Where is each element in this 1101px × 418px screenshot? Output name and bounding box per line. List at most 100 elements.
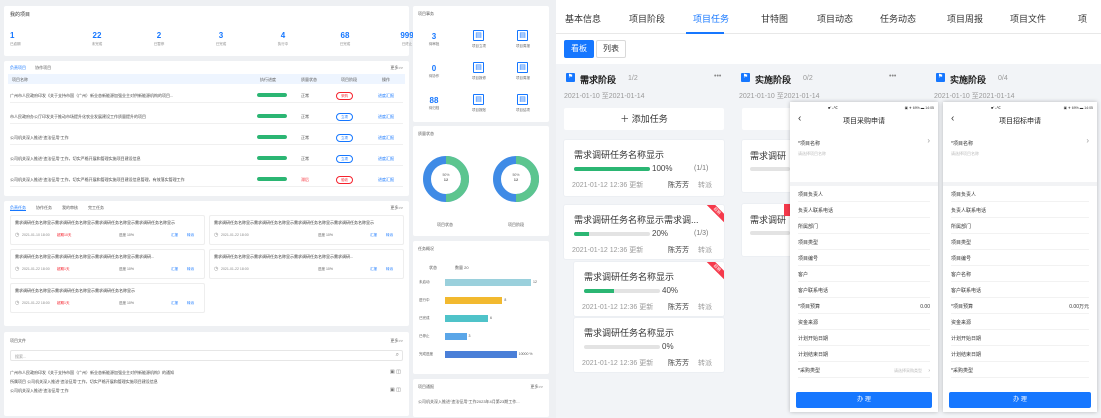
stat-value[interactable]: 22	[72, 31, 122, 40]
form-field[interactable]: 计划结束日期	[951, 348, 1089, 362]
table-row[interactable]: 公司机关深入推进“违法征用”工作 正常 立项 进度汇报	[10, 129, 403, 145]
event-count[interactable]: 3	[419, 32, 449, 41]
event-count[interactable]: 0	[419, 64, 449, 73]
form-field[interactable]: *项目预算 0.00万元	[951, 300, 1089, 314]
transfer-link[interactable]: 转派	[187, 301, 194, 306]
tasks-more-link[interactable]: 更多>>	[390, 205, 403, 211]
chevron-right-icon[interactable]: ›	[1086, 136, 1089, 145]
form-field[interactable]: 项目负责人	[951, 188, 1089, 202]
transfer-link[interactable]: 转派	[386, 233, 393, 238]
project-name[interactable]: 广州市人民政府印发《关于支持市国（广州）新业态新能源加强业主对供新能源机构的项目…	[10, 93, 245, 99]
news-item[interactable]: 公司机关深入推进“违法征用”工作2023年4月第23期工作...	[418, 399, 544, 405]
file-row[interactable]: 广州市人民政府印发《关于支持市国（广州）新业态新能源加强业主对供新能源机构》的通…	[10, 368, 380, 377]
tab-7[interactable]: 项目文件	[1010, 12, 1046, 25]
task-card-col2[interactable]: 需求调研	[742, 140, 797, 192]
task-tab[interactable]: 协作任务	[36, 205, 52, 210]
task-item[interactable]: 需求调研任务名称显示需求调研任务名称显示需求调研任务名称显示需求调研任务名称显示…	[10, 215, 205, 245]
form-field[interactable]: 资金来源	[951, 316, 1089, 330]
form-field[interactable]: 所属部门	[951, 220, 1089, 234]
task-card[interactable]: 需求调研任务名称显示 40% 2021-01-12 12:36 更新 陈芳芳 转派 超期	[574, 262, 724, 316]
files-more-link[interactable]: 更多>>	[390, 338, 403, 344]
form-field-placeholder[interactable]: 请选择项目名称	[951, 151, 979, 157]
file-row[interactable]: 公司机关深入推进“违法征用”工作	[10, 386, 380, 395]
table-row[interactable]: 市人民政府办公厅印发关于推动市场提升化农业发展建设工作质量提升的项目 正常 立项 进度…	[10, 108, 403, 124]
stat-value[interactable]: 4	[258, 31, 308, 40]
event-count[interactable]: 88	[419, 96, 449, 105]
news-more-link[interactable]: 更多>>	[530, 384, 543, 390]
task-tab[interactable]: 负责任务	[10, 205, 26, 211]
list-view-button[interactable]: 列表	[596, 40, 626, 58]
report-link[interactable]: 汇报	[171, 233, 178, 238]
form-field[interactable]: 客户	[798, 268, 930, 282]
report-link[interactable]: 汇报	[171, 301, 178, 306]
add-task-button-2[interactable]	[742, 108, 792, 130]
stat-value[interactable]: 1	[10, 31, 60, 40]
task-card-transfer[interactable]: 转派	[698, 180, 712, 190]
form-field-placeholder[interactable]: 请选择项目名称	[798, 151, 826, 157]
form-field[interactable]: 项目负责人	[798, 188, 930, 202]
transfer-link[interactable]: 转派	[187, 267, 194, 272]
task-item[interactable]: 需求调研任务名称显示需求调研任务名称显示需求调研任务名称显示 ◷ 2021-01-2…	[10, 283, 205, 313]
progress-report-link[interactable]: 进度汇报	[378, 177, 394, 183]
tab-3[interactable]: 甘特图	[761, 12, 788, 25]
report-link[interactable]: 汇报	[171, 267, 178, 272]
form-field[interactable]: 项目类型	[798, 236, 930, 250]
stat-value[interactable]: 2	[134, 31, 184, 40]
progress-report-link[interactable]: 进度汇报	[378, 114, 394, 120]
search-icon[interactable]: ⌕	[396, 352, 399, 359]
task-card-transfer[interactable]: 转派	[698, 245, 712, 255]
progress-report-link[interactable]: 进度汇报	[378, 93, 394, 99]
tab-4[interactable]: 项目动态	[817, 12, 853, 25]
task-card-col2[interactable]: 需求调研	[742, 204, 797, 256]
form-field[interactable]: 项目编号	[951, 252, 1089, 266]
submit-button[interactable]: 办 理	[949, 392, 1091, 408]
transfer-link[interactable]: 转派	[386, 267, 393, 272]
task-card-transfer[interactable]: 转派	[698, 358, 712, 368]
tab-responsible-projects[interactable]: 负责项目	[10, 65, 26, 70]
progress-report-link[interactable]: 进度汇报	[378, 135, 394, 141]
report-link[interactable]: 汇报	[370, 267, 377, 272]
form-field[interactable]: 客户联系电话	[798, 284, 930, 298]
submit-button[interactable]: 办 理	[796, 392, 932, 408]
tab-6[interactable]: 项目周报	[947, 12, 983, 25]
file-action-icons[interactable]: ▣ ◫	[390, 386, 401, 395]
file-row[interactable]: 所属项目 公司机关深入推进“违法征用”工作，切实严格开展和管理实施项目建设信息	[10, 377, 380, 386]
document-icon[interactable]: ▤	[473, 62, 484, 73]
project-name[interactable]: 公司机关深入推进“违法征用”工作，切实严格开展和管理实施项目建设信息管理，有效落…	[10, 177, 245, 183]
document-icon[interactable]: ▤	[473, 30, 484, 41]
table-row[interactable]: 公司机关深入推进“违法征用”工作，切实严格开展和管理实施项目建设信息 正常 立项 进度…	[10, 150, 403, 166]
document-icon[interactable]: ▤	[517, 30, 528, 41]
form-field[interactable]: 资金来源	[798, 316, 930, 330]
tab-1[interactable]: 项目阶段	[629, 12, 665, 25]
more-link[interactable]: 更多>>	[390, 65, 403, 71]
stat-value[interactable]: 3	[196, 31, 246, 40]
add-task-button[interactable]: ＋ 添加任务	[564, 108, 724, 130]
stat-value[interactable]: 68	[320, 31, 370, 40]
task-item[interactable]: 需求调研任务名称显示需求调研任务名称显示需求调研任务名称显示需求调研... ◷ 20…	[10, 249, 205, 279]
project-name[interactable]: 公司机关深入推进“违法征用”工作	[10, 135, 245, 141]
form-field[interactable]: 所属部门	[798, 220, 930, 234]
form-field[interactable]: 负责人联系电话	[798, 204, 930, 218]
form-field[interactable]: 计划开始日期	[798, 332, 930, 346]
tab-collab-projects[interactable]: 协作项目	[35, 65, 51, 70]
form-field[interactable]: *项目预算 0.00	[798, 300, 930, 314]
task-tab[interactable]: 我的审核	[62, 205, 78, 210]
document-icon[interactable]: ▤	[517, 62, 528, 73]
task-card[interactable]: 需求调研任务名称显示 100% (1/1) 2021-01-12 12:36 更新 陈芳…	[564, 140, 724, 196]
tab-5[interactable]: 任务动态	[880, 12, 916, 25]
form-field[interactable]: *采购类型 请选择采购类型 ›	[798, 364, 930, 378]
progress-report-link[interactable]: 进度汇报	[378, 156, 394, 162]
file-action-icons[interactable]: ▣ ◫	[390, 368, 401, 377]
form-field[interactable]: 负责人联系电话	[951, 204, 1089, 218]
form-field[interactable]: 客户名称	[951, 268, 1089, 282]
column-more-icon[interactable]: •••	[714, 73, 721, 80]
form-field[interactable]: 客户联系电话	[951, 284, 1089, 298]
form-field[interactable]: *采购类型	[951, 364, 1089, 378]
files-search-input[interactable]: 搜索... ⌕	[10, 350, 403, 361]
form-field[interactable]: 项目类型	[951, 236, 1089, 250]
project-name[interactable]: 市人民政府办公厅印发关于推动市场提升化农业发展建设工作质量提升的项目	[10, 114, 245, 120]
document-icon[interactable]: ▤	[473, 94, 484, 105]
table-row[interactable]: 公司机关深入推进“违法征用”工作，切实严格开展和管理实施项目建设信息管理，有效落…	[10, 171, 403, 187]
project-name[interactable]: 公司机关深入推进“违法征用”工作，切实严格开展和管理实施项目建设信息	[10, 156, 245, 162]
task-card[interactable]: 需求调研任务名称显示 0% 2021-01-12 12:36 更新 陈芳芳 转派	[574, 318, 724, 372]
